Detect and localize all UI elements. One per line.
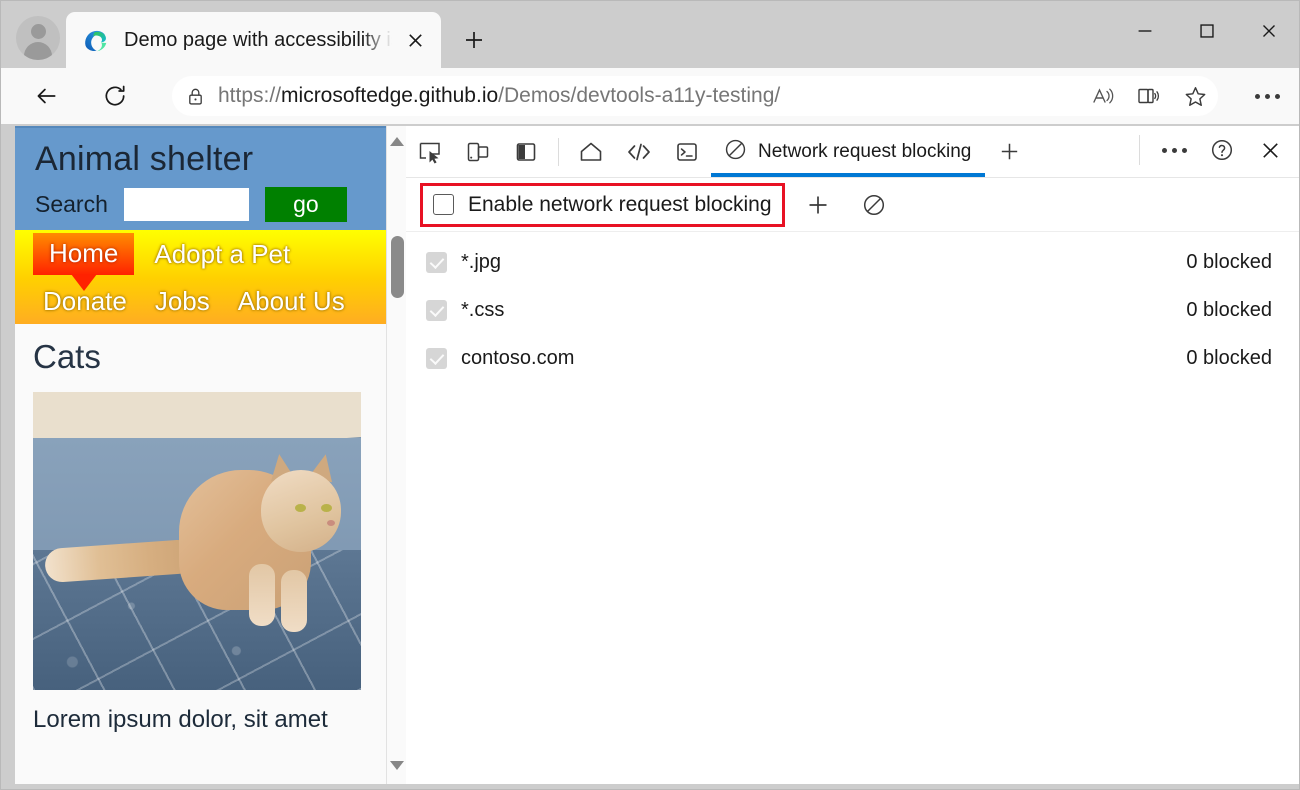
block-circle-icon — [723, 137, 748, 167]
blocked-count: 0 blocked — [1186, 251, 1272, 274]
tab-network-request-blocking[interactable]: Network request blocking — [711, 127, 985, 177]
add-devtools-tab-button[interactable] — [985, 130, 1033, 174]
refresh-icon[interactable] — [95, 76, 135, 116]
blocked-count: 0 blocked — [1186, 299, 1272, 322]
dock-side-icon[interactable] — [502, 130, 550, 174]
cat-photo — [33, 392, 361, 690]
console-icon[interactable] — [663, 130, 711, 174]
nav-link-jobs[interactable]: Jobs — [155, 286, 210, 317]
blocking-toolbar: Enable network request blocking — [406, 178, 1300, 232]
site-header: Animal shelter Search go — [15, 126, 404, 230]
help-icon[interactable] — [1198, 128, 1246, 172]
site-title: Animal shelter — [15, 140, 404, 183]
nav-link-about-us[interactable]: About Us — [238, 286, 345, 317]
browser-window: Demo page with accessibility issu — [0, 0, 1300, 790]
edge-logo-icon — [82, 26, 110, 54]
page-content: Cats Lorem ipsum dolor, sit amet — [15, 324, 404, 734]
pattern-text: *.jpg — [461, 251, 1186, 274]
table-row[interactable]: *.css 0 blocked — [406, 286, 1300, 334]
remove-all-patterns-icon[interactable] — [851, 182, 897, 228]
search-input[interactable] — [124, 188, 249, 221]
blocked-count: 0 blocked — [1186, 347, 1272, 370]
page-heading: Cats — [33, 324, 404, 392]
devtools-tab-bar: Network request blocking — [406, 126, 1300, 178]
image-caption: Lorem ipsum dolor, sit amet — [33, 690, 404, 734]
more-tools-icon[interactable] — [1150, 128, 1198, 172]
omnibox[interactable]: https://microsoftedge.github.io/Demos/de… — [172, 76, 1218, 116]
nav-link-adopt-a-pet[interactable]: Adopt a Pet — [154, 239, 290, 270]
scroll-down-arrow-icon[interactable] — [390, 758, 404, 772]
search-row: Search go — [15, 183, 404, 222]
add-pattern-icon[interactable] — [795, 182, 841, 228]
browser-tab[interactable]: Demo page with accessibility issu — [66, 12, 441, 68]
title-bar: Demo page with accessibility issu — [0, 0, 1300, 68]
table-row[interactable]: contoso.com 0 blocked — [406, 334, 1300, 382]
pattern-checkbox[interactable] — [426, 300, 447, 321]
page-scrollbar[interactable] — [386, 126, 406, 784]
nav-link-home[interactable]: Home — [33, 233, 134, 275]
nav-link-donate[interactable]: Donate — [43, 286, 127, 317]
nav-row-primary: Home Adopt a Pet — [15, 230, 404, 278]
close-devtools-icon[interactable] — [1246, 128, 1294, 172]
enable-blocking-label: Enable network request blocking — [468, 193, 772, 217]
window-controls — [1114, 0, 1300, 62]
nav-row-secondary: Donate Jobs About Us — [15, 278, 404, 324]
maximize-button[interactable] — [1176, 0, 1238, 62]
go-button[interactable]: go — [265, 187, 347, 222]
tab-label: Network request blocking — [758, 141, 971, 163]
close-icon[interactable] — [395, 20, 435, 60]
enable-blocking-highlight: Enable network request blocking — [420, 183, 785, 227]
inspect-element-icon[interactable] — [406, 130, 454, 174]
tab-title: Demo page with accessibility issu — [124, 29, 395, 52]
page-viewport: Animal shelter Search go Home Adopt a Pe… — [15, 126, 405, 784]
site-nav: Home Adopt a Pet Donate Jobs About Us — [15, 230, 404, 324]
scroll-up-arrow-icon[interactable] — [390, 134, 404, 148]
device-emulation-icon[interactable] — [454, 130, 502, 174]
more-options-icon[interactable] — [1242, 76, 1292, 116]
pattern-text: contoso.com — [461, 347, 1186, 370]
back-arrow-icon[interactable] — [26, 76, 66, 116]
star-icon[interactable] — [1172, 76, 1218, 116]
profile-button[interactable] — [10, 8, 66, 68]
pattern-text: *.css — [461, 299, 1186, 322]
minimize-button[interactable] — [1114, 0, 1176, 62]
immersive-reader-icon[interactable] — [1126, 76, 1172, 116]
scrollbar-thumb[interactable] — [391, 236, 404, 298]
welcome-home-icon[interactable] — [567, 130, 615, 174]
url-text: https://microsoftedge.github.io/Demos/de… — [218, 84, 1080, 108]
table-row[interactable]: *.jpg 0 blocked — [406, 238, 1300, 286]
new-tab-button[interactable] — [452, 18, 496, 62]
avatar — [16, 16, 60, 60]
read-aloud-icon[interactable] — [1080, 76, 1126, 116]
devtools-right-controls — [1135, 128, 1294, 172]
divider — [558, 138, 559, 166]
blocked-patterns-list: *.jpg 0 blocked *.css 0 blocked contoso.… — [406, 232, 1300, 382]
pattern-checkbox[interactable] — [426, 348, 447, 369]
divider — [1139, 135, 1140, 165]
devtools-panel: Network request blocking — [406, 126, 1300, 784]
address-bar: https://microsoftedge.github.io/Demos/de… — [0, 68, 1300, 124]
close-window-button[interactable] — [1238, 0, 1300, 62]
ellipsis — [1255, 94, 1280, 99]
pattern-checkbox[interactable] — [426, 252, 447, 273]
search-label: Search — [35, 191, 108, 218]
elements-icon[interactable] — [615, 130, 663, 174]
enable-blocking-checkbox[interactable] — [433, 194, 454, 215]
lock-icon[interactable] — [172, 76, 218, 116]
